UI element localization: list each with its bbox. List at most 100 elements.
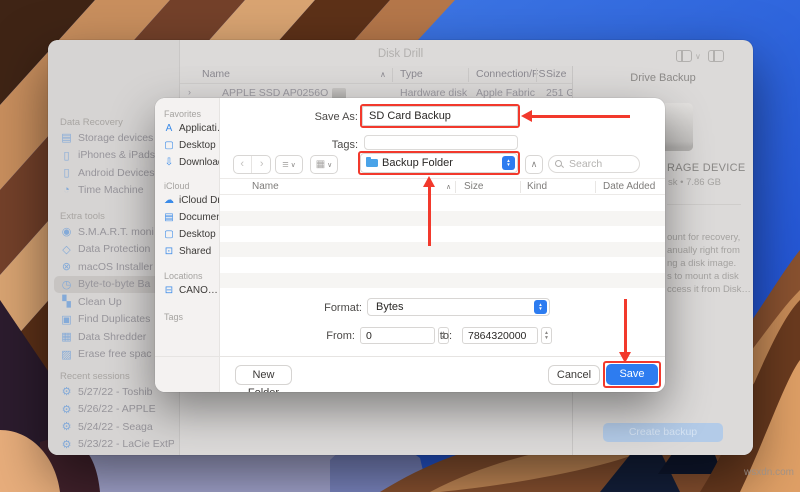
forward-button[interactable]: › bbox=[254, 156, 271, 173]
sidebar-item-downloads[interactable]: ⇩ Downloads bbox=[155, 154, 219, 171]
watermark: wsxdn.com bbox=[744, 467, 795, 478]
desktop-icon: ▢ bbox=[164, 229, 174, 240]
session-item[interactable]: ⚙ 5/26/22 - APPLE bbox=[48, 401, 174, 419]
tags-input[interactable] bbox=[364, 135, 518, 150]
sidebar-item-desktop[interactable]: ▢ Desktop bbox=[155, 137, 219, 154]
smart-monitor-icon: ◉ bbox=[61, 226, 72, 239]
create-backup-button[interactable]: Create backup bbox=[603, 423, 723, 442]
location-value: Backup Folder bbox=[382, 157, 453, 169]
to-stepper[interactable]: ▲ ▼ bbox=[541, 327, 552, 344]
section-favorites: Favorites bbox=[164, 109, 202, 119]
location-dropdown[interactable]: Backup Folder ▲ ▼ bbox=[360, 153, 518, 173]
column-kind[interactable]: Kind bbox=[527, 181, 547, 192]
screenshot-stage: Disk Drill ∨ Data Recovery ▤ Storage dev… bbox=[0, 0, 800, 492]
annotation-arrow-down-head bbox=[619, 352, 631, 363]
column-date-added[interactable]: Date Added bbox=[603, 181, 655, 192]
location-annotation-box: Backup Folder ▲ ▼ bbox=[358, 151, 520, 175]
shield-icon: ◇ bbox=[62, 243, 71, 256]
chevron-down-icon: ∨ bbox=[327, 161, 333, 169]
format-value: Bytes bbox=[376, 301, 404, 313]
column-divider bbox=[455, 181, 456, 193]
tags-label: Tags: bbox=[331, 139, 358, 151]
disclosure-icon[interactable]: › bbox=[188, 87, 191, 97]
list-row bbox=[220, 226, 665, 242]
sidebar-item-desktop-icloud[interactable]: ▢ Desktop bbox=[155, 226, 219, 243]
cancel-button[interactable]: Cancel bbox=[548, 365, 600, 385]
android-icon: ▯ bbox=[63, 167, 70, 180]
shared-folder-icon: ⊡ bbox=[164, 246, 174, 257]
annotation-arrow-up-line bbox=[427, 186, 431, 246]
back-button[interactable]: ‹ bbox=[234, 156, 252, 173]
annotation-arrow-left-line bbox=[531, 114, 630, 118]
new-folder-button[interactable]: New Folder bbox=[235, 365, 292, 392]
list-row bbox=[220, 272, 665, 288]
gear-icon: ⚙ bbox=[61, 403, 72, 416]
nav-buttons: ‹ › bbox=[233, 155, 271, 174]
storage-devices-icon: ▤ bbox=[61, 132, 72, 145]
panel-description: ount for recovery, anually right from ng… bbox=[667, 232, 751, 295]
save-as-annotation-box bbox=[360, 104, 520, 128]
byte-backup-icon: ◷ bbox=[61, 278, 72, 291]
grid-view-button[interactable]: ▦ ∨ bbox=[310, 155, 338, 174]
column-divider bbox=[392, 68, 393, 82]
column-name[interactable]: Name bbox=[202, 68, 230, 80]
list-row bbox=[220, 210, 665, 226]
from-input[interactable] bbox=[360, 327, 435, 344]
dropdown-stepper-icon: ▲ ▼ bbox=[534, 300, 547, 314]
session-item[interactable]: ⚙ 5/24/22 - Seaga bbox=[48, 418, 174, 436]
gear-icon: ⚙ bbox=[61, 421, 72, 434]
search-field bbox=[548, 155, 640, 173]
session-item[interactable]: ⚙ 5/23/22 - LaCie ExtP… bbox=[48, 436, 174, 454]
to-label: to: bbox=[439, 330, 452, 342]
panel-divider bbox=[667, 204, 741, 205]
list-row bbox=[220, 195, 665, 211]
chevron-down-icon: ∨ bbox=[290, 161, 296, 169]
section-locations: Locations bbox=[164, 271, 203, 281]
sidebar-item-icloud-drive[interactable]: ☁ iCloud Dri… bbox=[155, 192, 219, 209]
search-input[interactable] bbox=[567, 157, 633, 171]
panel-title: Drive Backup bbox=[630, 72, 696, 84]
save-dialog: Favorites A Applicati… ▢ Desktop ⇩ Downl… bbox=[155, 98, 665, 392]
column-size[interactable]: Size bbox=[546, 68, 566, 80]
column-divider bbox=[595, 181, 596, 193]
device-meta: sk • 7.86 GB bbox=[668, 177, 721, 188]
gear-icon: ⚙ bbox=[61, 386, 72, 399]
downloads-icon: ⇩ bbox=[164, 157, 174, 168]
clean-up-icon: ▚ bbox=[62, 296, 71, 309]
save-as-label: Save As: bbox=[314, 111, 358, 123]
shredder-icon: ▦ bbox=[61, 331, 72, 344]
sidebar-item-documents[interactable]: ▤ Documents bbox=[155, 209, 219, 226]
macos-installer-icon: ⊗ bbox=[61, 261, 72, 274]
save-button[interactable]: Save bbox=[606, 364, 658, 385]
column-divider bbox=[536, 68, 537, 82]
sidebar-item-canon-drive[interactable]: ⊟ CANO… bbox=[155, 282, 219, 299]
folder-icon bbox=[366, 157, 378, 167]
column-size[interactable]: Size bbox=[464, 181, 483, 192]
from-label: From: bbox=[326, 330, 355, 342]
grid-view-icon: ▦ bbox=[315, 159, 326, 170]
external-drive-icon: ⊟ bbox=[164, 285, 174, 296]
save-as-input[interactable] bbox=[362, 106, 518, 126]
sidebar-item-shared[interactable]: ⊡ Shared bbox=[155, 243, 219, 260]
list-row bbox=[220, 241, 665, 257]
annotation-arrow-down-line bbox=[623, 299, 627, 353]
column-type[interactable]: Type bbox=[400, 68, 423, 80]
column-name[interactable]: Name bbox=[252, 181, 279, 192]
format-dropdown[interactable]: Bytes ▲ ▼ bbox=[367, 298, 550, 316]
sort-indicator-icon: ∧ bbox=[446, 184, 452, 191]
list-view-icon: ≡ bbox=[282, 158, 289, 171]
time-machine-icon: ◔ bbox=[63, 184, 70, 197]
to-input[interactable] bbox=[462, 327, 538, 344]
panel-toggle-icon[interactable] bbox=[708, 50, 724, 62]
sidebar-toggle-icon[interactable] bbox=[676, 50, 692, 62]
sidebar-item-applications[interactable]: A Applicati… bbox=[155, 120, 219, 137]
collapse-button[interactable]: ∧ bbox=[525, 155, 543, 174]
duplicates-icon: ▣ bbox=[61, 313, 72, 326]
list-view-button[interactable]: ≡ ∨ bbox=[275, 155, 303, 174]
session-item[interactable]: ⚙ 5/20/22 - Generic Fl… bbox=[48, 453, 174, 455]
erase-icon: ▨ bbox=[61, 348, 72, 361]
chevron-down-icon[interactable]: ∨ bbox=[695, 52, 701, 61]
column-divider bbox=[468, 68, 469, 82]
dialog-divider bbox=[155, 356, 665, 357]
dialog-sidebar: Favorites A Applicati… ▢ Desktop ⇩ Downl… bbox=[155, 98, 220, 392]
